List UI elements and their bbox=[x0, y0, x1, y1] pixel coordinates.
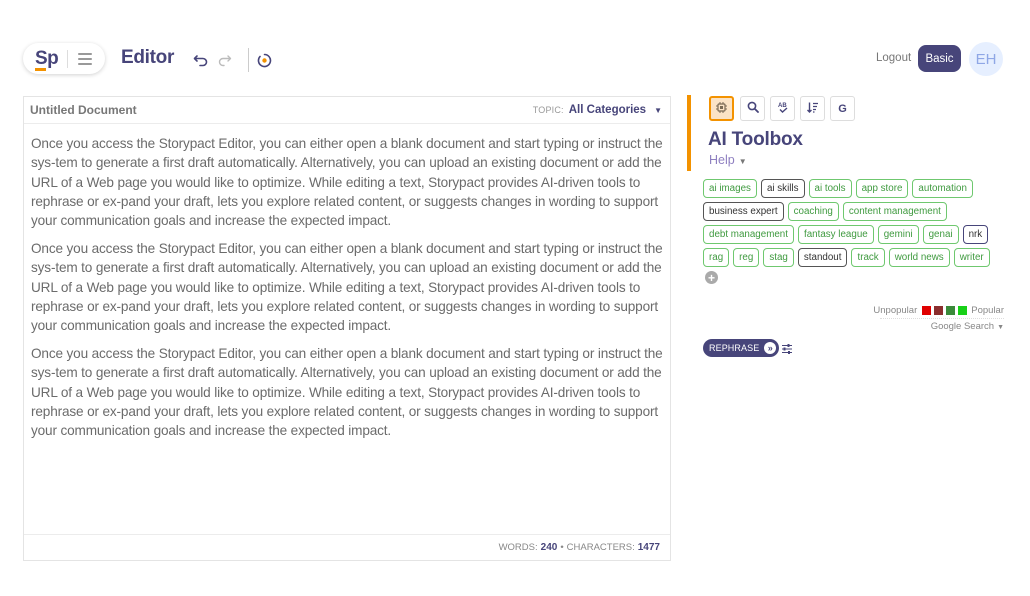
divider bbox=[248, 48, 249, 72]
undo-icon[interactable] bbox=[193, 51, 209, 67]
spellcheck-tool-button[interactable]: AB bbox=[770, 96, 795, 121]
tag[interactable]: track bbox=[851, 248, 885, 267]
legend-swatch bbox=[958, 306, 968, 315]
add-tag-icon[interactable]: + bbox=[705, 271, 718, 284]
tag[interactable]: reg bbox=[733, 248, 760, 267]
paragraph: Once you access the Storypact Editor, yo… bbox=[31, 345, 663, 439]
document-title[interactable]: Untitled Document bbox=[30, 103, 533, 117]
topic-dropdown[interactable]: All Categories ▼ bbox=[569, 104, 662, 116]
separator: • bbox=[560, 542, 564, 553]
top-bar: Sp Editor Logout Basic EH bbox=[0, 0, 1030, 90]
tag[interactable]: debt management bbox=[703, 225, 794, 244]
legend-low-label: Unpopular bbox=[873, 305, 918, 316]
sort-tool-button[interactable] bbox=[800, 96, 825, 121]
search-icon bbox=[747, 101, 759, 116]
caret-down-icon: ▼ bbox=[654, 105, 662, 115]
tag[interactable]: content management bbox=[842, 202, 947, 221]
help-label: Help bbox=[709, 153, 735, 167]
spellcheck-icon: AB bbox=[776, 101, 790, 117]
topic-label: TOPIC: bbox=[532, 105, 564, 115]
editor-panel: Untitled Document TOPIC: All Categories … bbox=[23, 96, 671, 561]
words-label: WORDS: bbox=[498, 542, 538, 553]
tag[interactable]: rag bbox=[703, 248, 730, 267]
plan-badge[interactable]: Basic bbox=[918, 45, 961, 72]
legend-swatch bbox=[946, 306, 956, 315]
editor-text-area[interactable]: Once you access the Storypact Editor, yo… bbox=[24, 124, 670, 533]
tag[interactable]: world news bbox=[888, 248, 950, 267]
search-source-dropdown[interactable]: Google Search ▼ bbox=[931, 321, 1004, 332]
sort-icon bbox=[806, 101, 819, 117]
brand-logo[interactable]: Sp bbox=[35, 48, 59, 71]
rephrase-label: REPHRASE bbox=[709, 343, 760, 353]
tag[interactable]: stag bbox=[763, 248, 794, 267]
ai-chip-icon bbox=[715, 101, 728, 117]
divider bbox=[67, 49, 69, 68]
caret-down-icon: ▼ bbox=[997, 324, 1004, 331]
tag[interactable]: ai tools bbox=[808, 179, 852, 198]
tag[interactable]: coaching bbox=[787, 202, 839, 221]
paragraph: Once you access the Storypact Editor, yo… bbox=[31, 136, 663, 229]
tag[interactable]: business expert bbox=[703, 202, 784, 221]
topic-value: All Categories bbox=[568, 104, 647, 116]
tag[interactable]: app store bbox=[855, 179, 909, 198]
caret-down-icon: ▼ bbox=[738, 157, 747, 166]
rephrase-button[interactable]: REPHRASE » bbox=[703, 339, 780, 357]
google-tool-button[interactable]: G bbox=[830, 96, 855, 121]
editor-stats: WORDS: 240 • CHARACTERS: 1477 bbox=[24, 534, 670, 560]
menu-icon[interactable] bbox=[78, 52, 93, 65]
editor-header: Untitled Document TOPIC: All Categories … bbox=[24, 97, 670, 124]
ai-toolbox-button[interactable] bbox=[709, 96, 734, 121]
accent-bar bbox=[687, 95, 691, 171]
double-chevron-right-icon: » bbox=[764, 342, 777, 354]
loader-icon bbox=[257, 53, 272, 68]
help-dropdown[interactable]: Help ▼ bbox=[709, 153, 747, 167]
tag[interactable]: gemini bbox=[877, 225, 919, 244]
tag[interactable]: ai images bbox=[703, 179, 757, 198]
divider bbox=[880, 318, 1004, 319]
legend-swatch bbox=[922, 306, 932, 315]
redo-icon[interactable] bbox=[216, 51, 232, 67]
tag[interactable]: writer bbox=[953, 248, 990, 267]
word-count: 240 bbox=[540, 542, 558, 553]
tag[interactable]: genai bbox=[922, 225, 959, 244]
tag[interactable]: ai skills bbox=[760, 179, 805, 198]
google-icon: G bbox=[838, 102, 847, 115]
search-tool-button[interactable] bbox=[740, 96, 765, 121]
sliders-icon[interactable] bbox=[781, 342, 793, 354]
avatar[interactable]: EH bbox=[969, 42, 1003, 76]
tag[interactable]: automation bbox=[912, 179, 973, 198]
toolbox-title: AI Toolbox bbox=[708, 129, 803, 150]
tag-list: ai images ai skills ai tools app store a… bbox=[703, 179, 1008, 284]
tag[interactable]: standout bbox=[797, 248, 848, 267]
tag[interactable]: fantasy league bbox=[797, 225, 874, 244]
paragraph: Once you access the Storypact Editor, yo… bbox=[31, 240, 663, 334]
legend-high-label: Popular bbox=[971, 305, 1004, 316]
app-title: Editor bbox=[121, 47, 175, 68]
search-source-label: Google Search bbox=[930, 321, 995, 332]
popularity-legend: Unpopular Popular bbox=[873, 305, 1004, 316]
logout-link[interactable]: Logout bbox=[876, 52, 911, 64]
legend-swatch bbox=[934, 306, 944, 315]
character-count: 1477 bbox=[637, 542, 660, 553]
tag[interactable]: nrk bbox=[962, 225, 989, 244]
characters-label: CHARACTERS: bbox=[566, 542, 635, 553]
brand-pill: Sp bbox=[23, 43, 105, 74]
